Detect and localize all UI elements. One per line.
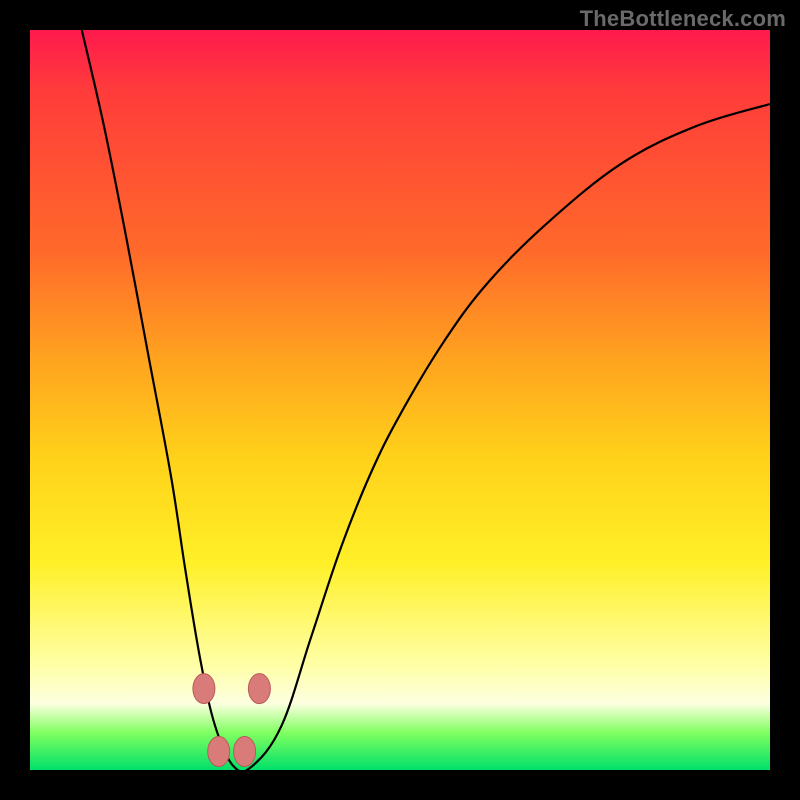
bottleneck-curve	[82, 30, 770, 772]
curve-marker	[193, 674, 215, 704]
chart-frame: TheBottleneck.com	[0, 0, 800, 800]
plot-area	[30, 30, 770, 770]
curve-marker	[234, 737, 256, 767]
chart-svg	[30, 30, 770, 770]
watermark-text: TheBottleneck.com	[580, 6, 786, 32]
curve-marker	[248, 674, 270, 704]
curve-marker	[208, 737, 230, 767]
curve-markers	[193, 674, 271, 767]
